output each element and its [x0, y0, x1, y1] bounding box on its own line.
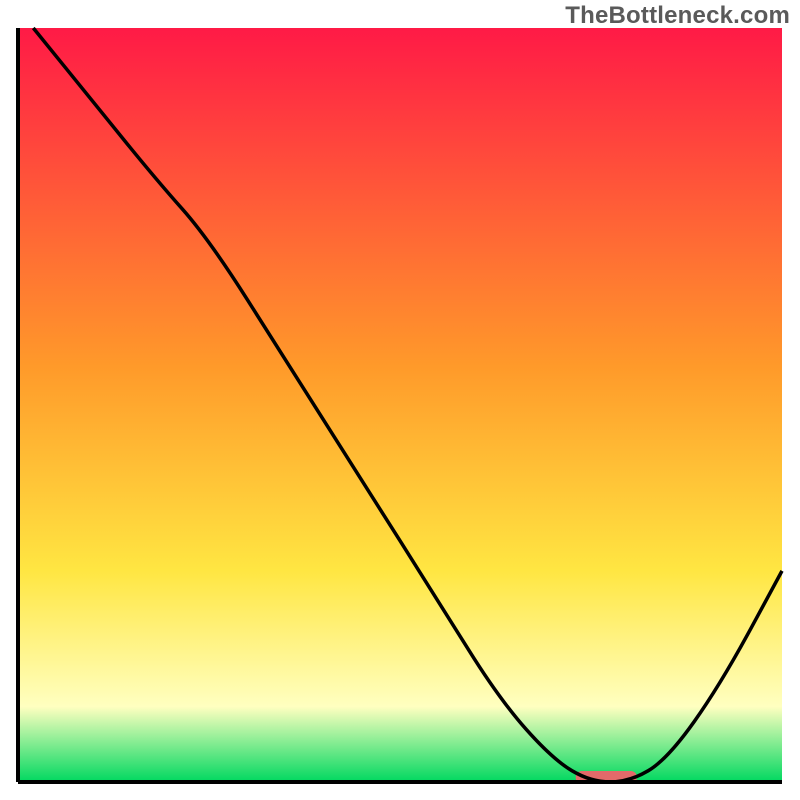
- bottleneck-chart: [0, 0, 800, 800]
- chart-container: TheBottleneck.com: [0, 0, 800, 800]
- plot-background: [18, 28, 782, 782]
- watermark-text: TheBottleneck.com: [565, 2, 790, 30]
